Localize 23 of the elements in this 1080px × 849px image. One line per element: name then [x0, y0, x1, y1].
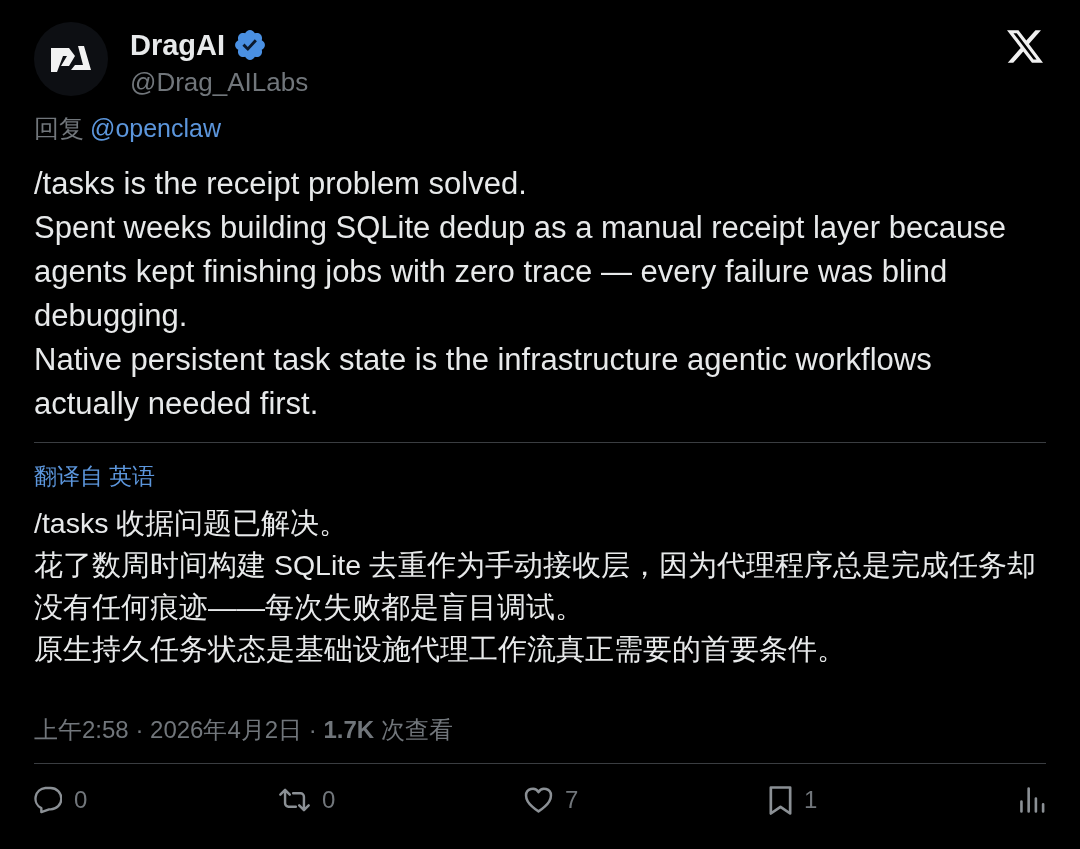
tweet-text: /tasks is the receipt problem solved.: [34, 165, 528, 203]
author-name[interactable]: DragAI: [130, 27, 226, 63]
translation-source-link[interactable]: 翻译自 英语: [34, 461, 156, 491]
like-button[interactable]: 7: [524, 785, 579, 815]
translated-text: 花了数周时间构建 SQLite 去重作为手动接收层，因为代理程序总是完成任务却没有任何痕迹——每次失败都是盲目调试。: [34, 548, 1037, 625]
x-logo-icon[interactable]: [1007, 30, 1043, 63]
tweet-text: Native persistent task state is the infrastructure agentic workflows actually needed first.: [34, 341, 933, 423]
reply-button[interactable]: 0: [34, 785, 88, 815]
translated-text: 原生持久任务状态是基础设施代理工作流真正需要的首要条件。: [34, 632, 847, 667]
bookmark-icon: [769, 785, 792, 815]
translated-text: /tasks 收据问题已解决。: [34, 506, 350, 541]
tweet-text: Spent weeks building SQLite dedup as a manual receipt layer because agents kept finishing jobs with zero trace — every failure was blind debugging.: [34, 209, 1007, 335]
repost-button[interactable]: 0: [279, 785, 336, 815]
repeat-arrows-icon: [279, 788, 310, 812]
mention-link[interactable]: @openclaw: [90, 112, 221, 144]
bookmark-button[interactable]: 1: [769, 785, 818, 815]
bar-chart-icon: [1020, 787, 1046, 813]
author-handle[interactable]: @Drag_AILabs: [130, 65, 309, 99]
reply-label: 回复: [34, 113, 84, 144]
analytics-button[interactable]: [1020, 787, 1046, 813]
timestamp-views: 上午2:58 · 2026年4月2日 · 1.7K 次查看: [34, 715, 453, 745]
heart-icon: [524, 787, 553, 813]
speech-bubble-icon: [34, 786, 62, 814]
